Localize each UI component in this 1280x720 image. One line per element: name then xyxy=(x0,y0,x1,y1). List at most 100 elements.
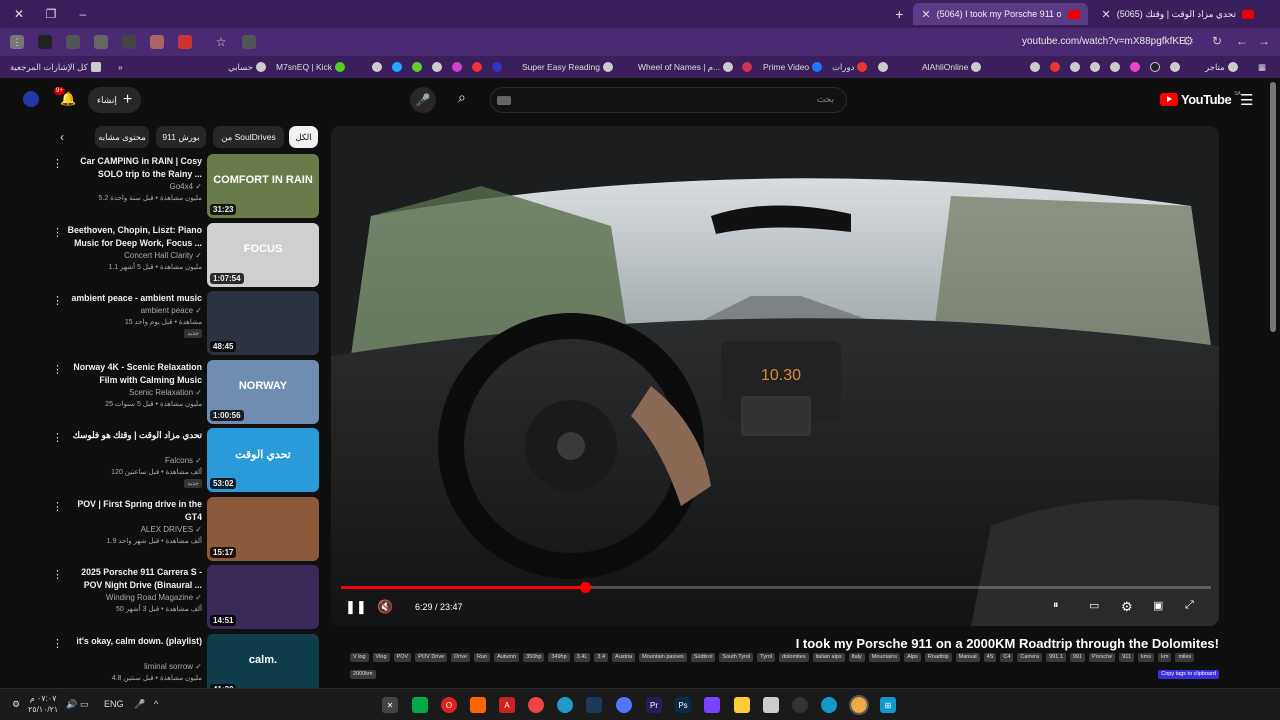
video-tag[interactable]: C4 xyxy=(1000,653,1014,662)
video-tag[interactable]: kms xyxy=(1138,653,1155,662)
telegram-icon[interactable] xyxy=(557,697,573,713)
video-thumbnail[interactable]: 15:17 xyxy=(207,496,319,561)
bookmark-item[interactable]: AlAhliOnline xyxy=(922,62,982,72)
more-bookmarks-icon[interactable]: » xyxy=(118,62,123,72)
video-tag[interactable]: Vlog xyxy=(372,653,390,662)
chip-similar[interactable]: محتوى مشابه xyxy=(95,126,149,148)
tab-porsche-video[interactable]: ✕ (5064) I took my Porsche 911 o xyxy=(913,3,1088,25)
recommended-title[interactable]: 2025 Porsche 911 Carrera S - POV Night D… xyxy=(62,566,202,592)
chevron-left-icon[interactable]: ‹ xyxy=(60,130,64,144)
page-scrollbar[interactable] xyxy=(1270,82,1276,332)
video-tag[interactable]: Italy xyxy=(848,653,865,662)
recommended-video[interactable]: ⋮ 2025 Porsche 911 Carrera S - POV Night … xyxy=(50,565,320,629)
recommended-channel[interactable]: Falcons ✓ xyxy=(165,456,202,465)
video-tag[interactable]: 911 xyxy=(1119,653,1134,662)
video-thumbnail[interactable]: تحدي الوقت 53:02 xyxy=(207,428,319,492)
recommended-channel[interactable]: ALEX DRIVES ✓ xyxy=(141,525,202,534)
copy-tags-button[interactable]: Copy tags to clipboard xyxy=(1158,669,1219,679)
video-tag[interactable]: 3.4 xyxy=(594,653,609,662)
bookmark-item[interactable]: Super Easy Reading xyxy=(522,62,613,72)
settings-gear-icon[interactable]: ⚙ xyxy=(1121,599,1133,615)
bookmark-item[interactable]: حسابي xyxy=(228,62,266,73)
url-text[interactable]: youtube.com/watch?v=mX88pgfkfKE xyxy=(1022,36,1186,47)
video-tag[interactable]: 350hp xyxy=(523,653,545,662)
brave-icon[interactable] xyxy=(470,697,486,713)
taskbar-clock[interactable]: ٠٧:٠٧ م ٢٥/١٠/٢١ xyxy=(28,693,58,715)
video-tag[interactable]: 991.1 xyxy=(1046,653,1066,662)
recommended-channel[interactable]: liminal sorrow ✓ xyxy=(144,662,202,671)
bookmark-item[interactable] xyxy=(742,62,752,72)
video-tag[interactable]: Tyrol xyxy=(757,653,776,662)
taskbar-app-icon[interactable] xyxy=(792,697,808,713)
premiere-icon[interactable]: Pr xyxy=(646,697,662,713)
video-tag[interactable]: Roadtrip xyxy=(924,653,952,662)
video-thumbnail[interactable]: 48:45 xyxy=(207,291,319,355)
site-settings-icon[interactable]: ⚙ xyxy=(1183,34,1194,48)
recommended-video[interactable]: ⋮ تحدي مزاد الوقت | وقتك هو فلوسك Falcons … xyxy=(50,428,320,492)
video-thumbnail[interactable]: NORWAY 1:00:56 xyxy=(207,359,319,424)
lang-indicator[interactable]: ENG xyxy=(104,699,124,709)
new-tab-icon[interactable]: + xyxy=(895,6,903,22)
restore-window-icon[interactable]: ❐ xyxy=(42,7,60,21)
hamburger-menu-icon[interactable]: ☰ xyxy=(1240,91,1253,109)
recommended-title[interactable]: تحدي مزاد الوقت | وقتك هو فلوسك xyxy=(62,429,202,442)
recommended-channel[interactable]: ambient peace ✓ xyxy=(141,306,202,315)
video-tag[interactable]: South Tyrol xyxy=(719,653,754,662)
bookmark-item[interactable]: Prime Video xyxy=(763,62,823,72)
chip-from-souldrives[interactable]: من SoulDrives xyxy=(213,126,284,148)
video-tag[interactable]: V log xyxy=(350,653,369,662)
subtitles-button-icon[interactable]: ▭ xyxy=(1089,599,1099,612)
video-tag[interactable]: Porsche xyxy=(1089,653,1116,662)
youtube-logo[interactable]: YouTube SA xyxy=(1160,91,1241,107)
recommended-channel[interactable]: Go4x4 ✓ xyxy=(169,182,202,191)
windows-start-icon[interactable]: ⊞ xyxy=(880,697,896,713)
recommended-video[interactable]: ⋮ Norway 4K - Scenic Relaxation Film with… xyxy=(50,359,320,424)
extension-icon[interactable] xyxy=(38,35,52,49)
extension-icon[interactable] xyxy=(150,35,164,49)
recommended-channel[interactable]: Winding Road Magazine ✓ xyxy=(106,593,202,602)
forward-icon[interactable]: ← xyxy=(1236,34,1248,48)
store-icon[interactable] xyxy=(763,697,779,713)
video-tag[interactable]: Manual xyxy=(955,653,980,662)
recommended-title[interactable]: Norway 4K - Scenic Relaxation Film with … xyxy=(62,361,202,387)
taskbar-app-icon[interactable] xyxy=(528,697,544,713)
bookmark-icons-group[interactable] xyxy=(372,62,502,72)
minimize-window-icon[interactable]: – xyxy=(74,7,92,21)
video-tag[interactable]: km xyxy=(1158,653,1172,662)
all-bookmarks[interactable]: كل الإشارات المرجعية xyxy=(10,62,101,73)
progress-scrubber[interactable] xyxy=(579,582,591,593)
video-tag[interactable]: Mountain passes xyxy=(639,653,687,662)
video-thumbnail[interactable]: 14:51 xyxy=(207,565,319,629)
chip-porsche911[interactable]: بورش 911 xyxy=(156,126,206,148)
bookmark-item[interactable]: دورات xyxy=(832,62,868,73)
recommended-video[interactable]: ⋮ POV | First Spring drive in the GT4 ALEX… xyxy=(50,496,320,561)
tray-expand-icon[interactable]: ^ xyxy=(154,699,158,709)
back-icon[interactable]: → xyxy=(1258,34,1270,48)
recommended-title[interactable]: Car CAMPING in RAIN | Cosy SOLO trip to … xyxy=(62,155,202,181)
video-tag[interactable]: Run xyxy=(474,653,491,662)
bookmark-item[interactable] xyxy=(878,62,888,72)
recommended-title[interactable]: it's okay, calm down. (playlist) xyxy=(62,635,202,648)
voice-search-button[interactable]: 🎤 xyxy=(410,87,436,113)
chip-all[interactable]: الكل xyxy=(289,126,318,148)
edge-icon[interactable] xyxy=(821,697,837,713)
network-icon[interactable]: ▭ xyxy=(80,699,89,710)
share-icon[interactable] xyxy=(242,35,256,49)
video-tag[interactable]: 349hp xyxy=(548,653,570,662)
video-tag[interactable]: POV xyxy=(393,653,412,662)
recommended-channel[interactable]: Scenic Relaxation ✓ xyxy=(129,388,202,397)
close-tab-icon[interactable]: ✕ xyxy=(1102,8,1111,21)
recommended-title[interactable]: Beethoven, Chopin, Liszt: Piano Music fo… xyxy=(62,224,202,250)
video-tag[interactable]: 991 xyxy=(1069,653,1086,662)
settings-tray-icon[interactable]: ⚙ xyxy=(12,699,20,710)
recommended-channel[interactable]: Concert Hall Clarity ✓ xyxy=(124,251,202,260)
create-button[interactable]: إنشاء + xyxy=(88,87,141,113)
video-tag[interactable]: Mountains xyxy=(868,653,901,662)
video-tag[interactable]: italian alps xyxy=(812,653,845,662)
discord-icon[interactable] xyxy=(616,697,632,713)
video-thumbnail[interactable]: FOCUS 1:07:54 xyxy=(207,222,319,287)
extension-icon[interactable] xyxy=(66,35,80,49)
reload-icon[interactable]: ↻ xyxy=(1212,34,1222,48)
pause-button-icon[interactable]: ❚❚ xyxy=(345,599,367,615)
taskbar-app-icon[interactable]: A xyxy=(499,697,515,713)
